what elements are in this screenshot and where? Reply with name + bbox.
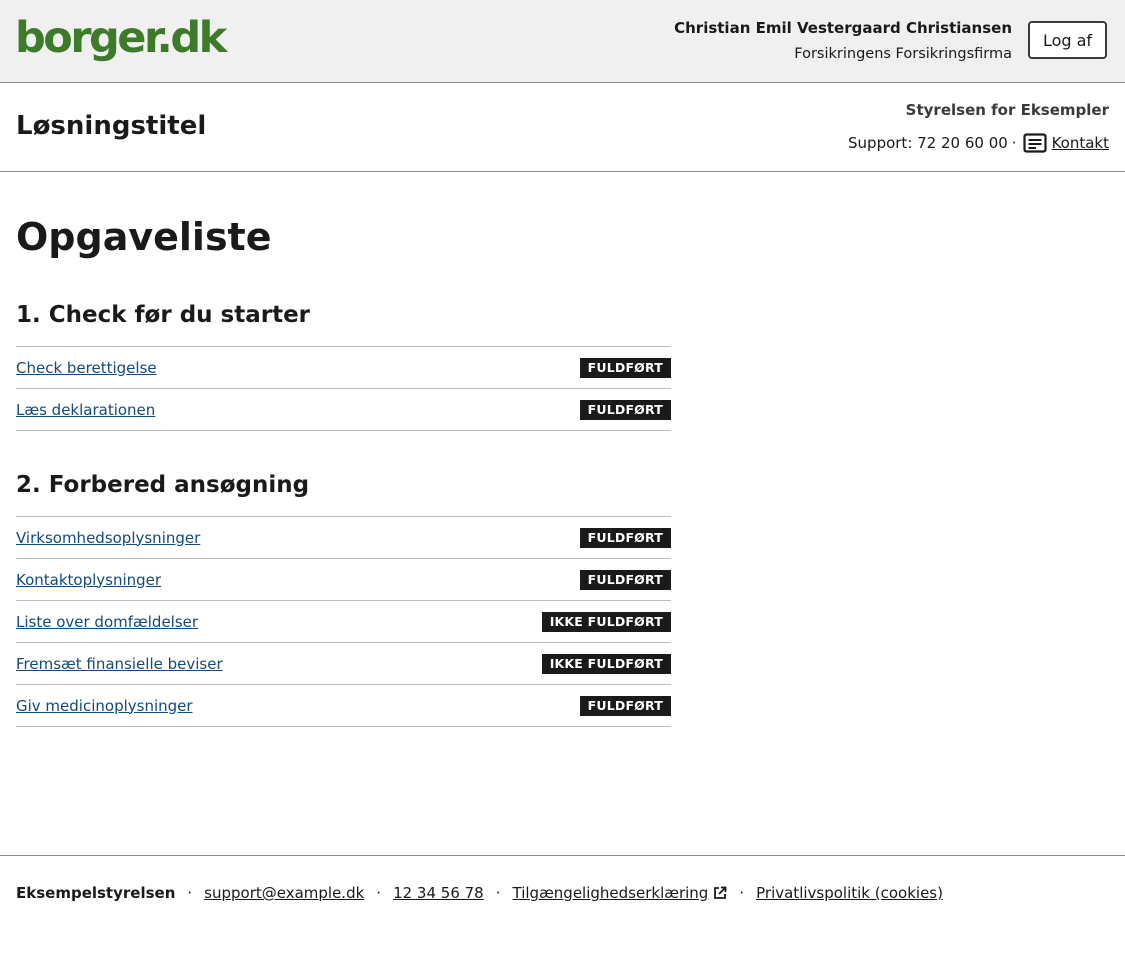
- task-link-domfaeldelser[interactable]: Liste over domfældelser: [16, 613, 198, 631]
- footer-email-link[interactable]: support@example.dk: [204, 882, 364, 904]
- borger-logo[interactable]: borger.dk: [15, 12, 227, 64]
- solution-header: Løsningstitel Styrelsen for Eksempler Su…: [0, 83, 1125, 172]
- user-company: Forsikringens Forsikringsfirma: [794, 46, 1012, 62]
- support-phone: Support: 72 20 60 00: [848, 134, 1008, 152]
- section-heading-check: 1. Check før du starter: [16, 302, 311, 328]
- task-link-finansielle-beviser[interactable]: Fremsæt finansielle beviser: [16, 655, 223, 673]
- task-link-laes-deklarationen[interactable]: Læs deklarationen: [16, 401, 155, 419]
- footer: Eksempelstyrelsen · support@example.dk ·…: [0, 855, 1125, 962]
- separator: ·: [187, 884, 193, 902]
- task-list-check: Check berettigelse FULDFØRT Læs deklarat…: [16, 346, 671, 431]
- support-line: Support: 72 20 60 00 · Kontakt: [848, 132, 1109, 154]
- separator: ·: [1011, 134, 1017, 152]
- footer-accessibility-link[interactable]: Tilgængelighedserklæring: [513, 882, 709, 904]
- separator: ·: [739, 884, 745, 902]
- separator: ·: [376, 884, 382, 902]
- external-link-icon: [714, 886, 727, 899]
- footer-privacy-link[interactable]: Privatlivspolitik (cookies): [756, 882, 943, 904]
- task-row: Virksomhedsoplysninger FULDFØRT: [16, 517, 671, 559]
- status-badge: FULDFØRT: [579, 399, 671, 420]
- task-row: Check berettigelse FULDFØRT: [16, 347, 671, 389]
- task-row: Læs deklarationen FULDFØRT: [16, 389, 671, 431]
- status-badge: FULDFØRT: [579, 569, 671, 590]
- contact-link[interactable]: Kontakt: [1052, 132, 1109, 154]
- user-info: Christian Emil Vestergaard Christiansen …: [674, 17, 1012, 65]
- user-name: Christian Emil Vestergaard Christiansen: [674, 19, 1012, 37]
- task-link-virksomhedsoplysninger[interactable]: Virksomhedsoplysninger: [16, 529, 200, 547]
- section-heading-forbered: 2. Forbered ansøgning: [16, 472, 310, 498]
- message-icon: [1022, 133, 1047, 153]
- status-badge: FULDFØRT: [579, 695, 671, 716]
- status-badge: FULDFØRT: [579, 527, 671, 548]
- portal-header: borger.dk Christian Emil Vestergaard Chr…: [0, 0, 1125, 83]
- task-row: Giv medicinoplysninger FULDFØRT: [16, 685, 671, 727]
- footer-phone-link[interactable]: 12 34 56 78: [393, 882, 484, 904]
- logout-button[interactable]: Log af: [1028, 21, 1107, 59]
- task-link-check-berettigelse[interactable]: Check berettigelse: [16, 359, 157, 377]
- task-link-kontaktoplysninger[interactable]: Kontaktoplysninger: [16, 571, 161, 589]
- footer-links: Eksempelstyrelsen · support@example.dk ·…: [16, 882, 943, 904]
- footer-organization: Eksempelstyrelsen: [16, 884, 176, 902]
- task-row: Liste over domfældelser IKKE FULDFØRT: [16, 601, 671, 643]
- authority-name: Styrelsen for Eksempler: [905, 101, 1109, 119]
- status-badge: IKKE FULDFØRT: [541, 611, 671, 632]
- status-badge: IKKE FULDFØRT: [541, 653, 671, 674]
- task-row: Kontaktoplysninger FULDFØRT: [16, 559, 671, 601]
- page-title: Opgaveliste: [16, 215, 272, 259]
- task-list-forbered: Virksomhedsoplysninger FULDFØRT Kontakto…: [16, 516, 671, 727]
- solution-title: Løsningstitel: [16, 111, 207, 141]
- task-row: Fremsæt finansielle beviser IKKE FULDFØR…: [16, 643, 671, 685]
- separator: ·: [495, 884, 501, 902]
- status-badge: FULDFØRT: [579, 357, 671, 378]
- task-link-medicinoplysninger[interactable]: Giv medicinoplysninger: [16, 697, 193, 715]
